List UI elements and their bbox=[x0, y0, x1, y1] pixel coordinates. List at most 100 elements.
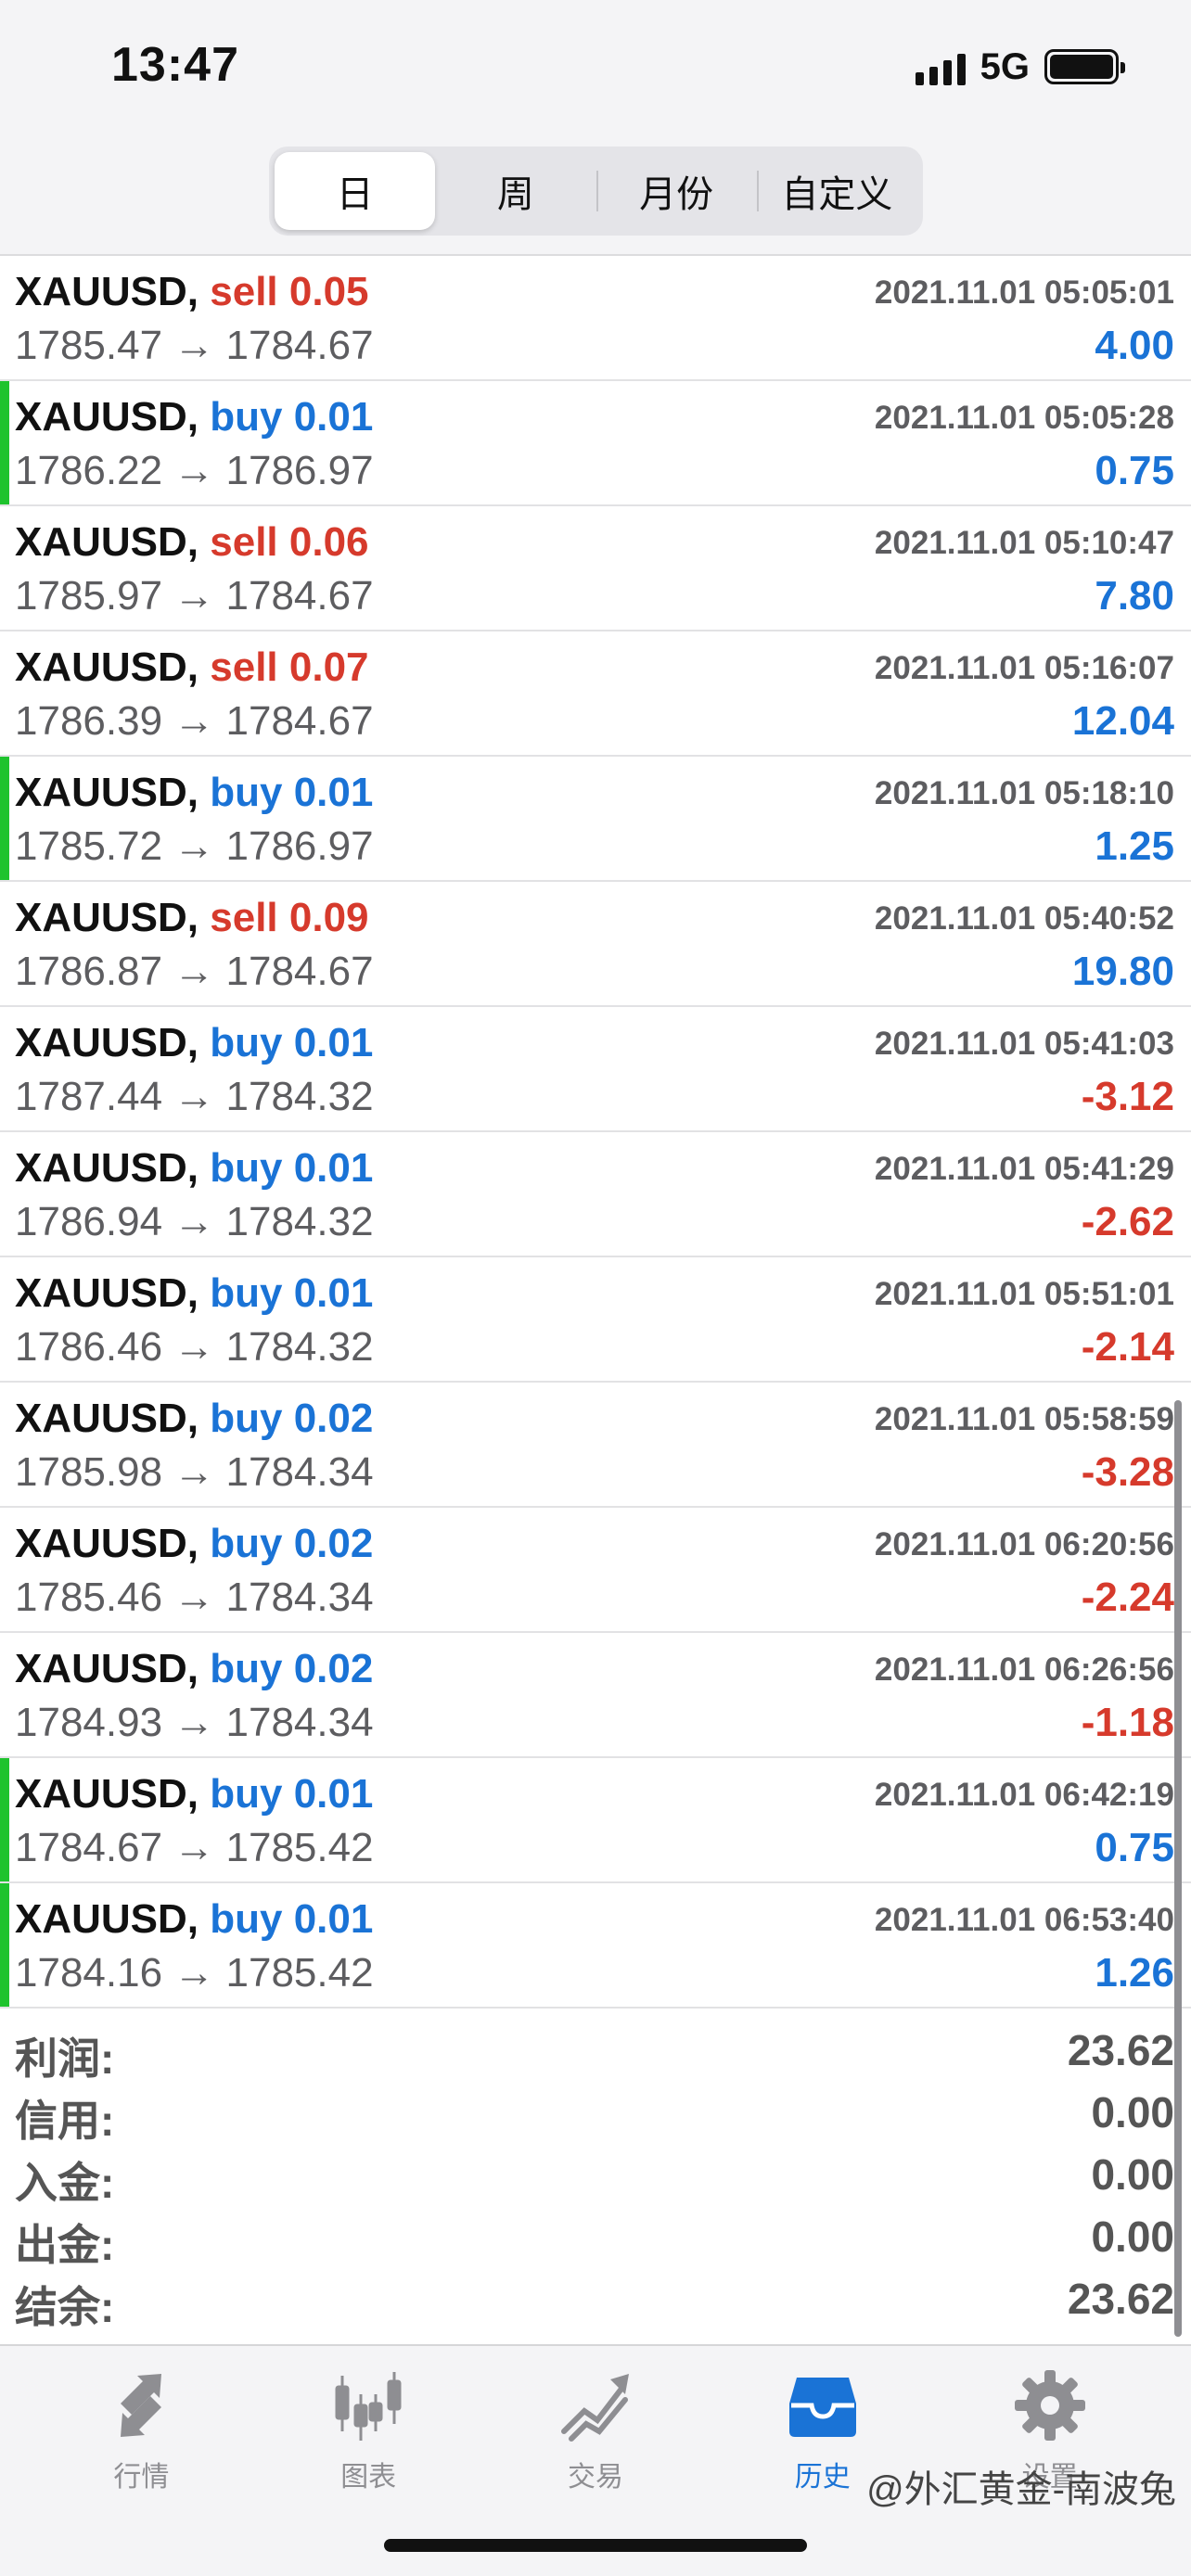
trade-row[interactable]: XAUUSD, sell 0.09 2021.11.01 05:40:52 1786… bbox=[0, 882, 1191, 1007]
tab-label: 图表 bbox=[340, 2462, 397, 2493]
trade-title: XAUUSD, buy 0.01 bbox=[15, 394, 373, 440]
summary-label: 入金: bbox=[15, 2159, 115, 2207]
trade-datetime: 2021.11.01 06:53:40 bbox=[874, 1902, 1174, 1938]
account-summary: 利润: 23.62 信用: 0.00 入金: 0.00 出金: 0.00 结余:… bbox=[0, 2020, 1191, 2344]
segment-day[interactable]: 日 bbox=[275, 152, 436, 230]
trade-side-volume: buy 0.02 bbox=[210, 1521, 374, 1566]
trade-symbol: XAUUSD, bbox=[15, 1646, 199, 1691]
trade-row[interactable]: XAUUSD, buy 0.01 2021.11.01 05:41:03 1787.… bbox=[0, 1007, 1191, 1132]
trade-row[interactable]: XAUUSD, buy 0.01 2021.11.01 05:41:29 1786.… bbox=[0, 1132, 1191, 1257]
trade-datetime: 2021.11.01 05:58:59 bbox=[874, 1401, 1174, 1437]
trade-datetime: 2021.11.01 05:18:10 bbox=[874, 775, 1174, 811]
trade-trend-icon bbox=[560, 2374, 629, 2442]
trade-symbol: XAUUSD, bbox=[15, 1521, 199, 1566]
gear-icon bbox=[1014, 2370, 1085, 2441]
network-label: 5G bbox=[980, 45, 1030, 87]
trade-profit: 12.04 bbox=[1071, 698, 1174, 744]
summary-value: 0.00 bbox=[1091, 2088, 1174, 2136]
header: 13:47 5G 日 周 月份 自定义 bbox=[0, 0, 1191, 256]
trade-datetime: 2021.11.01 05:40:52 bbox=[874, 900, 1174, 937]
trade-row[interactable]: XAUUSD, buy 0.02 2021.11.01 05:58:59 1785.… bbox=[0, 1383, 1191, 1508]
trade-title: XAUUSD, sell 0.06 bbox=[15, 519, 369, 566]
trade-title: XAUUSD, sell 0.07 bbox=[15, 644, 369, 691]
trade-side-volume: sell 0.06 bbox=[210, 519, 369, 565]
trade-row[interactable]: XAUUSD, sell 0.05 2021.11.01 05:05:01 1785… bbox=[0, 256, 1191, 381]
trade-title: XAUUSD, buy 0.02 bbox=[15, 1396, 373, 1442]
tab-label: 交易 bbox=[567, 2462, 623, 2493]
trade-side-volume: buy 0.02 bbox=[210, 1646, 374, 1691]
trade-profit: 7.80 bbox=[1095, 573, 1174, 618]
scrollbar[interactable] bbox=[1174, 1400, 1182, 2337]
trade-datetime: 2021.11.01 05:05:01 bbox=[874, 274, 1174, 311]
trade-symbol: XAUUSD, bbox=[15, 1145, 199, 1191]
trade-title: XAUUSD, buy 0.01 bbox=[15, 770, 373, 816]
trade-prices: 1786.46 → 1784.32 bbox=[15, 1324, 374, 1370]
trade-profit: 1.25 bbox=[1095, 823, 1174, 869]
trade-datetime: 2021.11.01 05:16:07 bbox=[874, 650, 1174, 686]
trade-side-volume: buy 0.02 bbox=[210, 1396, 374, 1441]
trade-prices: 1785.72 → 1786.97 bbox=[15, 823, 374, 869]
trade-prices: 1786.94 → 1784.32 bbox=[15, 1199, 374, 1244]
battery-icon bbox=[1044, 49, 1125, 84]
trade-profit: -1.18 bbox=[1081, 1700, 1174, 1745]
trade-row[interactable]: XAUUSD, buy 0.01 2021.11.01 05:51:01 1786.… bbox=[0, 1257, 1191, 1383]
tab-label: 历史 bbox=[794, 2462, 851, 2493]
trade-prices: 1785.98 → 1784.34 bbox=[15, 1449, 374, 1495]
trade-row[interactable]: XAUUSD, buy 0.01 2021.11.01 06:42:19 1784.… bbox=[0, 1758, 1191, 1883]
app-root: 13:47 5G 日 周 月份 自定义 XAUUSD, sell 0.05 202… bbox=[0, 0, 1191, 2576]
trade-side-volume: buy 0.01 bbox=[210, 1771, 374, 1817]
summary-row-withdrawal: 出金: 0.00 bbox=[0, 2206, 1191, 2269]
trade-side-volume: buy 0.01 bbox=[210, 394, 374, 440]
status-time: 13:47 bbox=[111, 38, 239, 92]
tab-quotes[interactable]: 行情 bbox=[28, 2346, 255, 2576]
segment-month[interactable]: 月份 bbox=[596, 152, 757, 230]
trade-prices: 1786.87 → 1784.67 bbox=[15, 949, 374, 994]
trade-symbol: XAUUSD, bbox=[15, 770, 199, 815]
trade-prices: 1787.44 → 1784.32 bbox=[15, 1074, 374, 1119]
trade-symbol: XAUUSD, bbox=[15, 394, 199, 440]
trade-datetime: 2021.11.01 05:41:29 bbox=[874, 1151, 1174, 1187]
summary-row-deposit: 入金: 0.00 bbox=[0, 2144, 1191, 2207]
candlestick-chart-icon bbox=[335, 2372, 402, 2441]
trade-symbol: XAUUSD, bbox=[15, 895, 199, 940]
trade-symbol: XAUUSD, bbox=[15, 644, 199, 690]
trade-prices: 1784.93 → 1784.34 bbox=[15, 1700, 374, 1745]
signal-icon bbox=[915, 48, 966, 85]
trade-side-volume: sell 0.07 bbox=[210, 644, 369, 690]
summary-value: 0.00 bbox=[1091, 2213, 1174, 2261]
segment-week[interactable]: 周 bbox=[435, 152, 596, 230]
home-indicator[interactable] bbox=[384, 2539, 807, 2552]
watermark: @外汇黄金-南波兔 bbox=[866, 2469, 1176, 2510]
trade-row[interactable]: XAUUSD, sell 0.06 2021.11.01 05:10:47 1785… bbox=[0, 506, 1191, 631]
trade-symbol: XAUUSD, bbox=[15, 1896, 199, 1942]
quotes-arrows-icon bbox=[121, 2374, 162, 2437]
status-icons: 5G bbox=[915, 43, 1125, 91]
trade-history-list: XAUUSD, sell 0.05 2021.11.01 05:05:01 1785… bbox=[0, 256, 1191, 2009]
trade-symbol: XAUUSD, bbox=[15, 1771, 199, 1817]
trade-side-volume: sell 0.09 bbox=[210, 895, 369, 940]
trade-title: XAUUSD, buy 0.01 bbox=[15, 1020, 373, 1066]
trade-row[interactable]: XAUUSD, buy 0.02 2021.11.01 06:20:56 1785.… bbox=[0, 1508, 1191, 1633]
trade-profit: -2.62 bbox=[1081, 1199, 1174, 1244]
trade-side-volume: sell 0.05 bbox=[210, 269, 369, 314]
trade-datetime: 2021.11.01 06:42:19 bbox=[874, 1777, 1174, 1813]
summary-row-profit: 利润: 23.62 bbox=[0, 2020, 1191, 2083]
trade-row[interactable]: XAUUSD, buy 0.02 2021.11.01 06:26:56 1784.… bbox=[0, 1633, 1191, 1758]
summary-value: 23.62 bbox=[1067, 2275, 1174, 2323]
summary-label: 利润: bbox=[15, 2034, 115, 2083]
trade-prices: 1786.22 → 1786.97 bbox=[15, 448, 374, 493]
trade-profit: -3.28 bbox=[1081, 1449, 1174, 1495]
trade-symbol: XAUUSD, bbox=[15, 269, 199, 314]
trade-symbol: XAUUSD, bbox=[15, 1020, 199, 1065]
trade-row[interactable]: XAUUSD, sell 0.07 2021.11.01 05:16:07 1786… bbox=[0, 631, 1191, 757]
trade-profit: 19.80 bbox=[1071, 949, 1174, 994]
trade-profit: -3.12 bbox=[1081, 1074, 1174, 1119]
trade-profit: 1.26 bbox=[1095, 1950, 1174, 1996]
trade-datetime: 2021.11.01 06:20:56 bbox=[874, 1526, 1174, 1562]
trade-row[interactable]: XAUUSD, buy 0.01 2021.11.01 06:53:40 1784.… bbox=[0, 1883, 1191, 2009]
trade-title: XAUUSD, buy 0.01 bbox=[15, 1896, 373, 1943]
trade-side-volume: buy 0.01 bbox=[210, 770, 374, 815]
segment-custom[interactable]: 自定义 bbox=[756, 152, 917, 230]
trade-row[interactable]: XAUUSD, buy 0.01 2021.11.01 05:05:28 1786.… bbox=[0, 381, 1191, 506]
trade-row[interactable]: XAUUSD, buy 0.01 2021.11.01 05:18:10 1785.… bbox=[0, 757, 1191, 882]
